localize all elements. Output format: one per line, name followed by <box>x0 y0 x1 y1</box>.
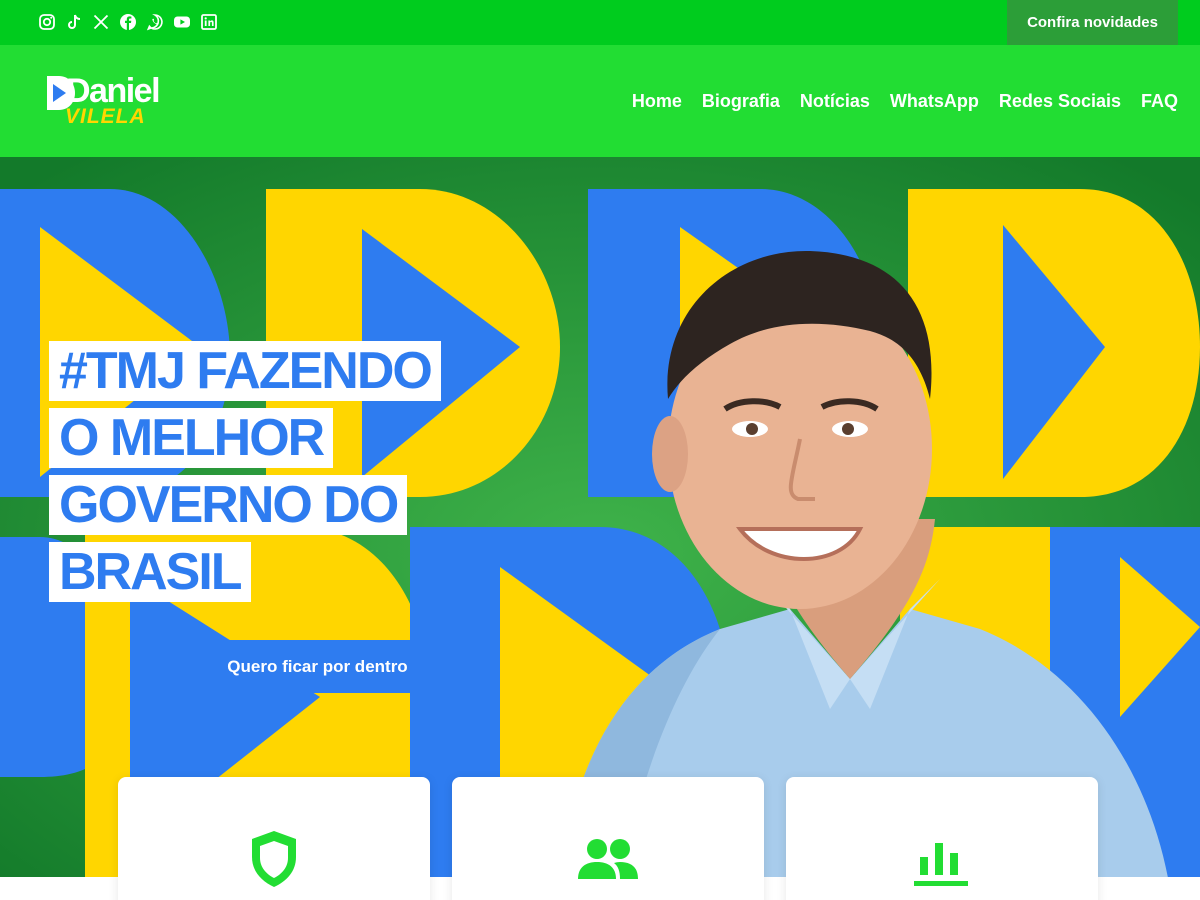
users-icon <box>578 839 638 879</box>
logo-last-name: VILELA <box>65 105 146 128</box>
nav-noticias[interactable]: Notícias <box>800 91 870 112</box>
logo[interactable]: Daniel VILELA <box>46 72 170 129</box>
headline-line-2: O MELHOR <box>49 408 334 468</box>
feature-card-security[interactable] <box>118 777 430 900</box>
confira-novidades-button[interactable]: Confira novidades <box>1007 0 1178 45</box>
linkedin-icon[interactable] <box>200 13 218 31</box>
site-header: Daniel VILELA Home Biografia Notícias Wh… <box>0 45 1200 157</box>
shield-icon <box>252 831 296 887</box>
quero-ficar-por-dentro-button[interactable]: Quero ficar por dentro <box>192 640 443 693</box>
hero-headline: #TMJ FAZENDO O MELHOR GOVERNO DO BRASIL <box>49 341 441 609</box>
main-nav: Home Biografia Notícias WhatsApp Redes S… <box>632 91 1178 112</box>
top-bar: Confira novidades <box>0 0 1200 45</box>
social-links <box>38 13 218 31</box>
feature-card-stats[interactable] <box>786 777 1098 900</box>
nav-faq[interactable]: FAQ <box>1141 91 1178 112</box>
headline-line-3: GOVERNO DO <box>49 475 408 535</box>
feature-card-people[interactable] <box>452 777 764 900</box>
tiktok-icon[interactable] <box>65 13 83 31</box>
bar-chart-icon <box>914 843 968 886</box>
youtube-icon[interactable] <box>173 13 191 31</box>
hero-banner: #TMJ FAZENDO O MELHOR GOVERNO DO BRASIL … <box>0 157 1200 877</box>
headline-line-4: BRASIL <box>49 542 251 602</box>
nav-home[interactable]: Home <box>632 91 682 112</box>
instagram-icon[interactable] <box>38 13 56 31</box>
nav-redes-sociais[interactable]: Redes Sociais <box>999 91 1121 112</box>
headline-line-1: #TMJ FAZENDO <box>49 341 441 401</box>
facebook-icon[interactable] <box>119 13 137 31</box>
x-icon[interactable] <box>92 13 110 31</box>
whatsapp-icon[interactable] <box>146 13 164 31</box>
nav-whatsapp[interactable]: WhatsApp <box>890 91 979 112</box>
nav-biografia[interactable]: Biografia <box>702 91 780 112</box>
